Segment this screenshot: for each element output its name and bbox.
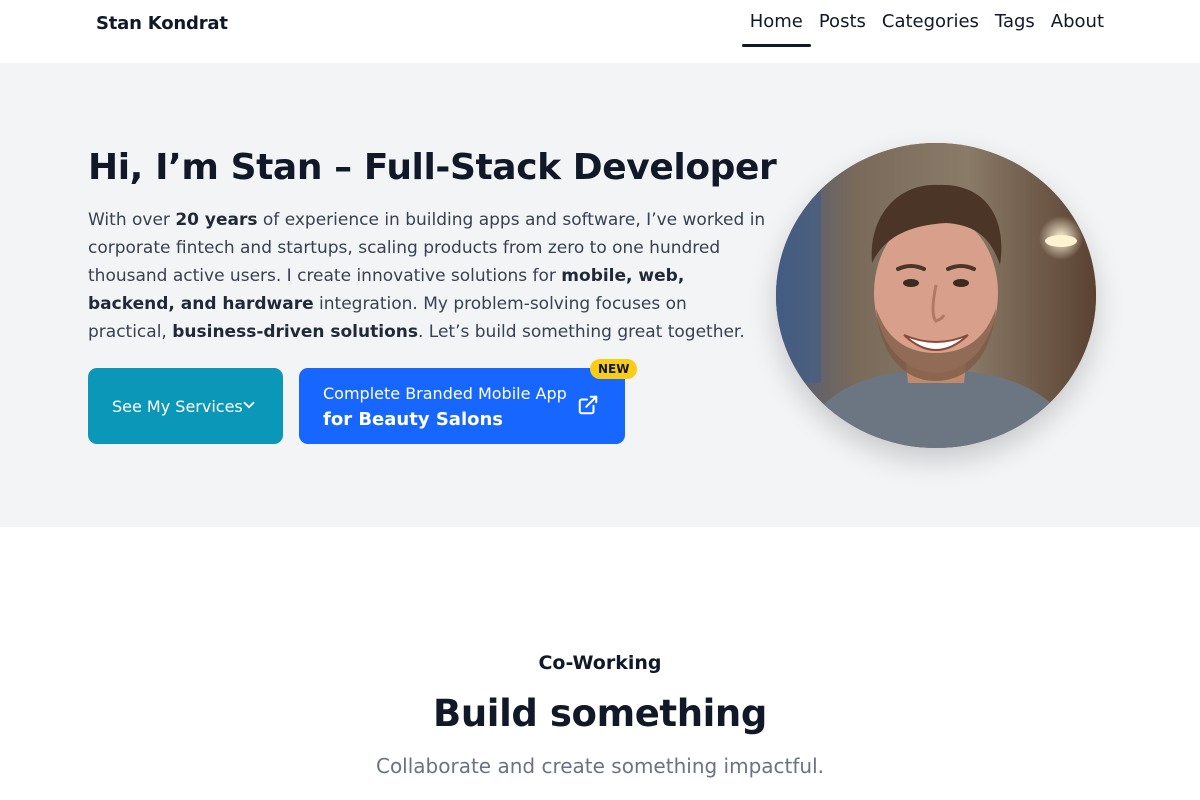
coworking-subtitle: Collaborate and create something impactf… [375, 754, 825, 778]
site-brand[interactable]: Stan Kondrat [96, 13, 228, 34]
profile-photo [776, 143, 1096, 448]
nav-posts[interactable]: Posts [811, 0, 874, 47]
intro-bold-years: 20 years [175, 210, 258, 230]
nav-home[interactable]: Home [741, 0, 812, 47]
nav-categories[interactable]: Categories [874, 0, 987, 47]
nav-tags[interactable]: Tags [987, 0, 1043, 47]
main-nav: Home Posts Categories Tags About [741, 0, 1112, 48]
coworking-title: Build something [433, 692, 767, 735]
chevron-down-icon [243, 401, 255, 409]
profile-photo-illustration [776, 143, 1096, 448]
hero-intro: With over 20 years of experience in buil… [88, 206, 768, 346]
hero-section: Hi, I’m Stan – Full-Stack Developer With… [0, 63, 1200, 527]
external-link-icon [578, 395, 598, 415]
intro-bold-business: business-driven solutions [172, 322, 418, 342]
branded-app-button[interactable]: Complete Branded Mobile App for Beauty S… [299, 368, 625, 444]
intro-text-4: . Let’s build something great together. [417, 322, 745, 342]
hero-title: Hi, I’m Stan – Full-Stack Developer [88, 147, 777, 188]
see-services-label: See My Services [112, 396, 243, 416]
site-header: Stan Kondrat Home Posts Categories Tags … [0, 0, 1200, 63]
nav-about[interactable]: About [1043, 0, 1112, 47]
see-services-button[interactable]: See My Services [88, 368, 283, 444]
branded-app-line1: Complete Branded Mobile App [323, 384, 567, 403]
new-badge: NEW [590, 359, 638, 379]
intro-text-1: With over [88, 210, 176, 230]
coworking-label: Co-Working [538, 652, 662, 674]
branded-app-line2: for Beauty Salons [323, 409, 504, 430]
